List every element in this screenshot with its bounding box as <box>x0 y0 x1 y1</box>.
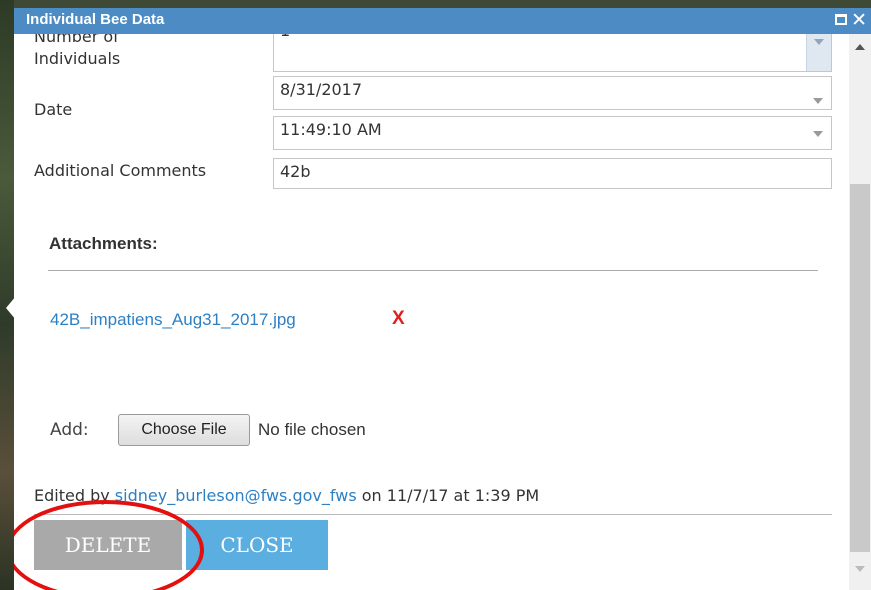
field-label-individuals-top: Number of <box>34 34 119 46</box>
editor-link[interactable]: sidney_burleson@fws.gov_fws <box>115 486 357 505</box>
edited-suffix: on 11/7/17 at 1:39 PM <box>361 486 540 505</box>
title-bar[interactable]: Individual Bee Data ✕ <box>14 8 871 34</box>
field-label-individuals: Individuals <box>34 49 121 68</box>
chevron-down-icon <box>814 39 824 45</box>
comments-value: 42b <box>280 162 311 181</box>
popup-window: Individual Bee Data ✕ Number of Individu… <box>14 8 871 590</box>
edited-prefix: Edited by <box>34 486 110 505</box>
close-icon[interactable]: ✕ <box>851 9 867 31</box>
footer-divider <box>34 514 832 515</box>
map-background <box>0 0 14 590</box>
scroll-down-arrow-icon[interactable] <box>855 566 865 572</box>
chevron-down-icon <box>813 98 823 104</box>
delete-button[interactable]: DELETE <box>34 520 182 570</box>
scroll-up-arrow-icon[interactable] <box>855 44 865 50</box>
maximize-icon[interactable] <box>835 14 847 25</box>
choose-file-button[interactable]: Choose File <box>118 414 250 446</box>
individuals-spinner[interactable] <box>806 34 831 71</box>
individuals-input[interactable]: 1 <box>273 34 832 72</box>
scrollbar[interactable] <box>849 34 871 590</box>
chevron-down-icon <box>813 131 823 137</box>
date-value: 8/31/2017 <box>280 80 363 99</box>
field-label-date: Date <box>34 100 73 119</box>
individuals-value: 1 <box>280 34 290 40</box>
edit-info: Edited by sidney_burleson@fws.gov_fws on… <box>34 486 539 505</box>
attachment-link[interactable]: 42B_impatiens_Aug31_2017.jpg <box>50 310 296 330</box>
comments-input[interactable]: 42b <box>273 158 832 189</box>
scrollbar-thumb[interactable] <box>850 184 870 552</box>
popup-pointer <box>6 296 16 320</box>
attachments-heading: Attachments: <box>49 234 158 253</box>
popup-title: Individual Bee Data <box>26 11 165 28</box>
time-input[interactable]: 11:49:10 AM <box>273 116 832 150</box>
remove-attachment-icon[interactable]: X <box>392 308 405 330</box>
close-button[interactable]: CLOSE <box>186 520 328 570</box>
add-label: Add: <box>50 420 89 440</box>
file-status: No file chosen <box>258 420 366 439</box>
time-value: 11:49:10 AM <box>280 120 382 139</box>
field-label-comments: Additional Comments <box>34 161 207 180</box>
divider <box>48 270 818 271</box>
date-input[interactable]: 8/31/2017 <box>273 76 832 110</box>
popup-content: Number of Individuals 1 Date 8/31/2017 1… <box>14 34 849 590</box>
